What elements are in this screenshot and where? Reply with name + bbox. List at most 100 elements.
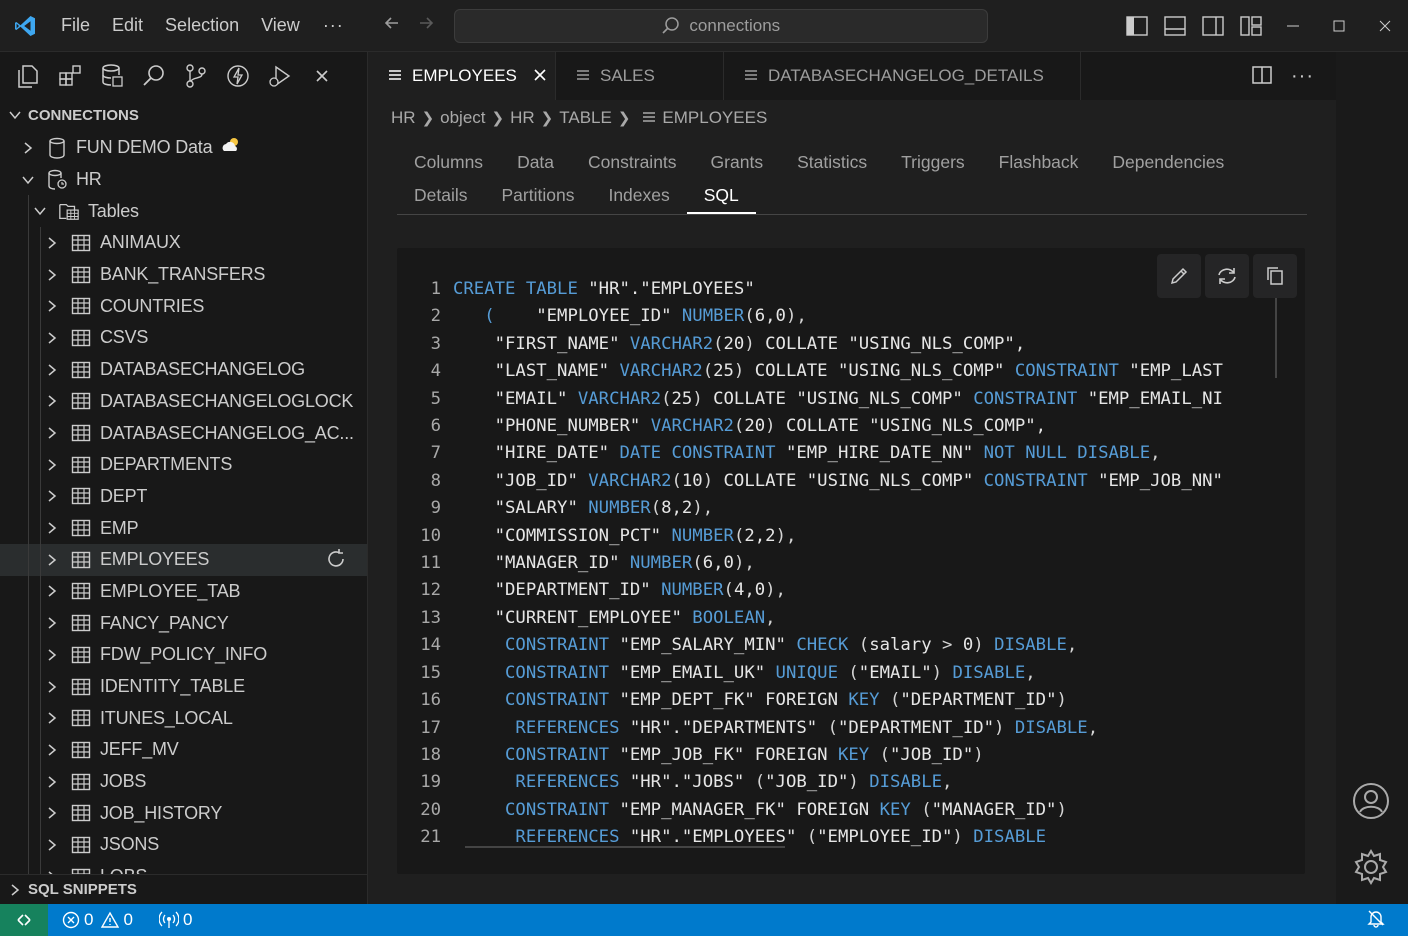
- tree-item[interactable]: ITUNES_LOCAL: [0, 702, 367, 735]
- chevron-right-icon[interactable]: [44, 489, 60, 503]
- tab-dependencies[interactable]: Dependencies: [1095, 146, 1241, 179]
- copy-icon[interactable]: [1253, 254, 1297, 298]
- minimize-button[interactable]: [1270, 19, 1316, 33]
- tab-indexes[interactable]: Indexes: [591, 179, 686, 212]
- tab-statistics[interactable]: Statistics: [780, 146, 884, 179]
- tree-item[interactable]: COUNTRIES: [0, 290, 367, 323]
- menu-file[interactable]: File: [50, 15, 101, 36]
- chevron-right-icon[interactable]: [44, 838, 60, 852]
- maximize-button[interactable]: [1316, 19, 1362, 33]
- chevron-right-icon[interactable]: [20, 141, 36, 155]
- source-control-icon[interactable]: [182, 62, 210, 90]
- tree-item[interactable]: JOB_HISTORY: [0, 797, 367, 830]
- tree-item[interactable]: DEPARTMENTS: [0, 448, 367, 481]
- chevron-right-icon[interactable]: [44, 680, 60, 694]
- tab-data[interactable]: Data: [500, 146, 571, 179]
- close-icon[interactable]: [308, 62, 336, 90]
- horizontal-scrollbar[interactable]: [465, 846, 785, 848]
- problems-indicator[interactable]: 0 0: [62, 910, 133, 930]
- breadcrumb-item[interactable]: EMPLOYEES: [662, 108, 767, 128]
- remote-indicator-icon[interactable]: [0, 904, 48, 936]
- breadcrumb-item[interactable]: object: [440, 108, 485, 128]
- tree-item[interactable]: LOBS: [0, 860, 367, 874]
- tree-item[interactable]: JOBS: [0, 765, 367, 798]
- tab-flashback[interactable]: Flashback: [982, 146, 1096, 179]
- chevron-right-icon[interactable]: [44, 331, 60, 345]
- close-window-button[interactable]: [1362, 19, 1408, 33]
- breadcrumb-item[interactable]: HR: [391, 108, 416, 128]
- refresh-icon[interactable]: [1205, 254, 1249, 298]
- menu-more-button[interactable]: ···: [311, 15, 356, 36]
- menu-selection[interactable]: Selection: [154, 15, 250, 36]
- tab-partitions[interactable]: Partitions: [485, 179, 592, 212]
- chevron-right-icon[interactable]: [44, 743, 60, 757]
- search-icon[interactable]: [140, 62, 168, 90]
- ports-indicator[interactable]: 0: [158, 910, 192, 930]
- chevron-right-icon[interactable]: [44, 616, 60, 630]
- tree-item[interactable]: BANK_TRANSFERS: [0, 258, 367, 291]
- run-debug-icon[interactable]: [266, 62, 294, 90]
- tree-item[interactable]: Tables: [0, 195, 367, 228]
- chevron-right-icon[interactable]: [44, 363, 60, 377]
- chevron-right-icon[interactable]: [44, 711, 60, 725]
- tree-item[interactable]: IDENTITY_TABLE: [0, 670, 367, 703]
- chevron-right-icon[interactable]: [44, 268, 60, 282]
- tree-item[interactable]: DATABASECHANGELOG: [0, 353, 367, 386]
- tree-item[interactable]: DATABASECHANGELOGLOCK: [0, 385, 367, 418]
- chevron-right-icon[interactable]: [44, 553, 60, 567]
- tab-employees[interactable]: EMPLOYEES: [368, 52, 556, 100]
- connections-section-header[interactable]: CONNECTIONS: [0, 100, 367, 130]
- tree-item[interactable]: JSONS: [0, 829, 367, 861]
- tree-item[interactable]: DEPT: [0, 480, 367, 513]
- tree-item[interactable]: FUN DEMO Data: [0, 132, 367, 164]
- toggle-secondary-sidebar-icon[interactable]: [1194, 15, 1232, 36]
- breadcrumb-item[interactable]: HR: [510, 108, 535, 128]
- tab-triggers[interactable]: Triggers: [884, 146, 982, 179]
- chevron-right-icon[interactable]: [44, 521, 60, 535]
- tree-item[interactable]: EMPLOYEE_TAB: [0, 575, 367, 608]
- tree-item[interactable]: DATABASECHANGELOG_AC...: [0, 417, 367, 449]
- tab-details[interactable]: Details: [397, 179, 485, 212]
- refresh-icon[interactable]: [325, 548, 347, 575]
- chevron-down-icon[interactable]: [32, 204, 48, 218]
- tree-item[interactable]: HR: [0, 164, 367, 196]
- toggle-primary-sidebar-icon[interactable]: [1118, 15, 1156, 36]
- notifications-bell-icon[interactable]: [1366, 908, 1386, 933]
- command-center-search[interactable]: connections: [453, 8, 988, 43]
- chevron-right-icon[interactable]: [44, 236, 60, 250]
- split-editor-icon[interactable]: [1251, 65, 1273, 88]
- tree-item[interactable]: JEFF_MV: [0, 734, 367, 766]
- chevron-right-icon[interactable]: [44, 775, 60, 789]
- menu-view[interactable]: View: [250, 15, 311, 36]
- vertical-scrollbar[interactable]: [1275, 298, 1277, 378]
- back-arrow-icon[interactable]: [382, 13, 402, 39]
- chevron-right-icon[interactable]: [44, 806, 60, 820]
- chevron-right-icon[interactable]: [44, 584, 60, 598]
- chevron-right-icon[interactable]: [44, 394, 60, 408]
- more-actions-icon[interactable]: ···: [1291, 65, 1314, 88]
- tree-item[interactable]: FANCY_PANCY: [0, 607, 367, 639]
- tree-item[interactable]: CSVS: [0, 322, 367, 354]
- lightning-icon[interactable]: [224, 62, 252, 90]
- settings-gear-icon[interactable]: [1352, 848, 1390, 889]
- chevron-right-icon[interactable]: [44, 426, 60, 440]
- tree-item[interactable]: ANIMAUX: [0, 227, 367, 259]
- tab-columns[interactable]: Columns: [397, 146, 500, 179]
- tree-item[interactable]: EMPLOYEES: [0, 543, 367, 576]
- close-tab-icon[interactable]: [533, 66, 547, 87]
- menu-edit[interactable]: Edit: [101, 15, 154, 36]
- chevron-right-icon[interactable]: [44, 648, 60, 662]
- chevron-right-icon[interactable]: [44, 299, 60, 313]
- breadcrumb-item[interactable]: TABLE: [559, 108, 612, 128]
- tab-sales[interactable]: SALES: [556, 52, 724, 100]
- tab-grants[interactable]: Grants: [694, 146, 781, 179]
- forward-arrow-icon[interactable]: [416, 13, 436, 39]
- toggle-panel-icon[interactable]: [1156, 15, 1194, 36]
- chevron-right-icon[interactable]: [44, 458, 60, 472]
- explorer-icon[interactable]: [14, 62, 42, 90]
- edit-pencil-icon[interactable]: [1157, 254, 1201, 298]
- tab-sql[interactable]: SQL: [686, 179, 756, 214]
- customize-layout-icon[interactable]: [1232, 15, 1270, 36]
- tree-item[interactable]: EMP: [0, 512, 367, 544]
- tab-constraints[interactable]: Constraints: [571, 146, 694, 179]
